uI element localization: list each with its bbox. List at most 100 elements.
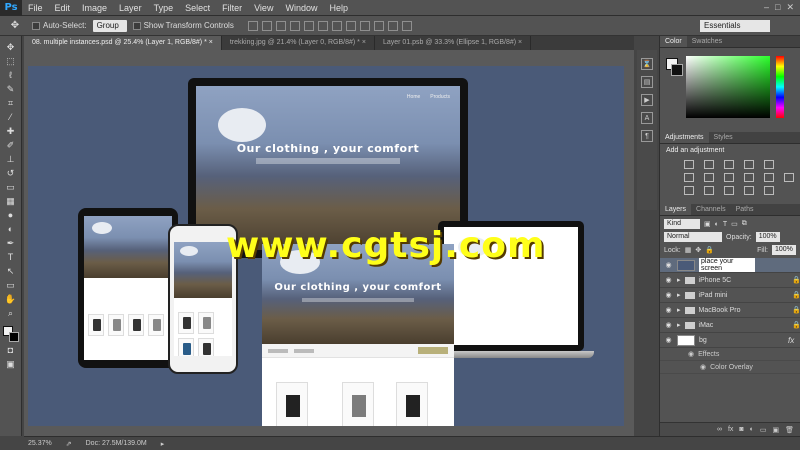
filter-type-icon[interactable]: T: [723, 221, 727, 228]
channel-mixer-icon[interactable]: [764, 173, 774, 182]
align-top-icon[interactable]: [247, 20, 258, 31]
effects-row[interactable]: ◉ Effects: [660, 348, 800, 361]
background-color-swatch[interactable]: [8, 332, 19, 342]
visibility-eye-icon[interactable]: ◉: [664, 336, 673, 344]
visibility-eye-icon[interactable]: ◉: [664, 261, 673, 269]
layer-row-ipad[interactable]: ◉ ▸ iPad mini 🔒: [660, 288, 800, 303]
levels-icon[interactable]: [704, 160, 714, 169]
hue-slider[interactable]: [776, 56, 784, 118]
layer-row-macbook[interactable]: ◉ ▸ MacBook Pro 🔒: [660, 303, 800, 318]
align-right-icon[interactable]: [317, 20, 328, 31]
fill-input[interactable]: 100%: [772, 245, 796, 255]
color-balance-icon[interactable]: [704, 173, 714, 182]
paragraph-panel-icon[interactable]: ¶: [641, 130, 653, 142]
layer-row-iphone[interactable]: ◉ ▸ iPhone 5C 🔒: [660, 273, 800, 288]
gradient-tool-icon[interactable]: ▦: [4, 196, 18, 207]
history-brush-icon[interactable]: ↺: [4, 168, 18, 179]
document-canvas[interactable]: Home Products Our clothing , your comfor…: [28, 66, 624, 426]
exposure-icon[interactable]: [744, 160, 754, 169]
photo-filter-icon[interactable]: [744, 173, 754, 182]
visibility-eye-icon[interactable]: ◉: [664, 276, 673, 284]
blend-mode-dropdown[interactable]: Normal: [664, 232, 722, 242]
tab-channels[interactable]: Channels: [691, 204, 731, 215]
menu-edit[interactable]: Edit: [49, 0, 77, 16]
color-swatches[interactable]: [2, 326, 19, 342]
fx-icon[interactable]: fx: [728, 426, 733, 433]
opacity-input[interactable]: 100%: [755, 232, 780, 242]
lock-position-icon[interactable]: ✥: [695, 246, 701, 254]
invert-icon[interactable]: [684, 186, 694, 195]
layer-row-place-your-screen[interactable]: ◉ place your screen: [660, 258, 800, 273]
close-button[interactable]: ✕: [786, 2, 794, 13]
character-panel-icon[interactable]: A: [641, 112, 653, 124]
color-picker-field[interactable]: [686, 56, 770, 118]
tab-layers[interactable]: Layers: [660, 204, 692, 215]
marquee-tool-icon[interactable]: ⬚: [4, 56, 18, 67]
move-tool-icon[interactable]: ✥: [4, 42, 18, 53]
auto-select-option[interactable]: Auto-Select:: [32, 21, 87, 30]
transform-controls-checkbox[interactable]: [132, 21, 141, 30]
filter-pixel-icon[interactable]: ▣: [704, 220, 711, 228]
pen-tool-icon[interactable]: ✒: [4, 238, 18, 249]
layer-row-bg[interactable]: ◉ bg fx: [660, 333, 800, 348]
gradient-map-icon[interactable]: [764, 186, 774, 195]
align-middle-icon[interactable]: [261, 20, 272, 31]
expand-arrow-icon[interactable]: ▸: [677, 276, 681, 284]
distribute-left-icon[interactable]: [373, 20, 384, 31]
share-icon[interactable]: ⇗: [66, 440, 72, 448]
brush-tool-icon[interactable]: ✐: [4, 140, 18, 151]
tab-color[interactable]: Color: [660, 36, 687, 47]
visibility-eye-icon[interactable]: ◉: [664, 291, 673, 299]
visibility-eye-icon[interactable]: ◉: [664, 321, 673, 329]
tab-adjustments[interactable]: Adjustments: [660, 132, 709, 143]
new-layer-icon[interactable]: ▣: [772, 426, 779, 434]
crop-tool-icon[interactable]: ⌗: [4, 98, 18, 109]
distribute-top-icon[interactable]: [331, 20, 342, 31]
tab-multiple-instances[interactable]: 08. multiple instances.psd @ 25.4% (Laye…: [24, 36, 222, 50]
status-arrow-icon[interactable]: ▸: [161, 440, 165, 448]
expand-arrow-icon[interactable]: ▸: [677, 321, 681, 329]
align-bottom-icon[interactable]: [275, 20, 286, 31]
menu-type[interactable]: Type: [148, 0, 180, 16]
move-tool-icon[interactable]: ✥: [4, 19, 26, 33]
menu-help[interactable]: Help: [323, 0, 354, 16]
brightness-icon[interactable]: [684, 160, 694, 169]
blur-tool-icon[interactable]: ●: [4, 210, 18, 221]
menu-filter[interactable]: Filter: [216, 0, 248, 16]
menu-layer[interactable]: Layer: [113, 0, 148, 16]
quick-mask-icon[interactable]: ◘: [4, 345, 18, 356]
eye-icon[interactable]: ◉: [700, 363, 706, 371]
history-panel-icon[interactable]: ⌛: [641, 58, 653, 70]
new-group-icon[interactable]: ▭: [760, 426, 767, 434]
expand-arrow-icon[interactable]: ▸: [677, 306, 681, 314]
hue-saturation-icon[interactable]: [684, 173, 694, 182]
distribute-middle-icon[interactable]: [345, 20, 356, 31]
dodge-tool-icon[interactable]: ◐: [4, 224, 18, 235]
selective-color-icon[interactable]: [744, 186, 754, 195]
quick-select-tool-icon[interactable]: ✎: [4, 84, 18, 95]
align-center-icon[interactable]: [303, 20, 314, 31]
minimize-button[interactable]: –: [764, 2, 769, 13]
color-lookup-icon[interactable]: [784, 173, 794, 182]
distribute-right-icon[interactable]: [401, 20, 412, 31]
tab-swatches[interactable]: Swatches: [687, 36, 727, 47]
color-overlay-row[interactable]: ◉ Color Overlay: [660, 361, 800, 374]
lock-pixels-icon[interactable]: ▦: [685, 246, 692, 254]
eyedropper-tool-icon[interactable]: ⁄: [4, 112, 18, 123]
filter-adjust-icon[interactable]: ◐: [715, 221, 719, 228]
trash-icon[interactable]: 🗑: [785, 426, 794, 434]
actions-panel-icon[interactable]: ▶: [641, 94, 653, 106]
align-left-icon[interactable]: [289, 20, 300, 31]
zoom-level[interactable]: 25.37%: [28, 440, 52, 447]
visibility-eye-icon[interactable]: ◉: [664, 306, 673, 314]
layer-filter-dropdown[interactable]: Kind: [664, 219, 700, 229]
lasso-tool-icon[interactable]: ℓ: [4, 70, 18, 81]
shape-tool-icon[interactable]: ▭: [4, 280, 18, 291]
eye-icon[interactable]: ◉: [688, 350, 694, 358]
path-select-tool-icon[interactable]: ↖: [4, 266, 18, 277]
add-mask-icon[interactable]: ◙: [739, 426, 743, 433]
menu-select[interactable]: Select: [179, 0, 216, 16]
layer-row-imac[interactable]: ◉ ▸ iMac 🔒: [660, 318, 800, 333]
link-layers-icon[interactable]: ∞: [717, 426, 722, 433]
type-tool-icon[interactable]: T: [4, 252, 18, 263]
